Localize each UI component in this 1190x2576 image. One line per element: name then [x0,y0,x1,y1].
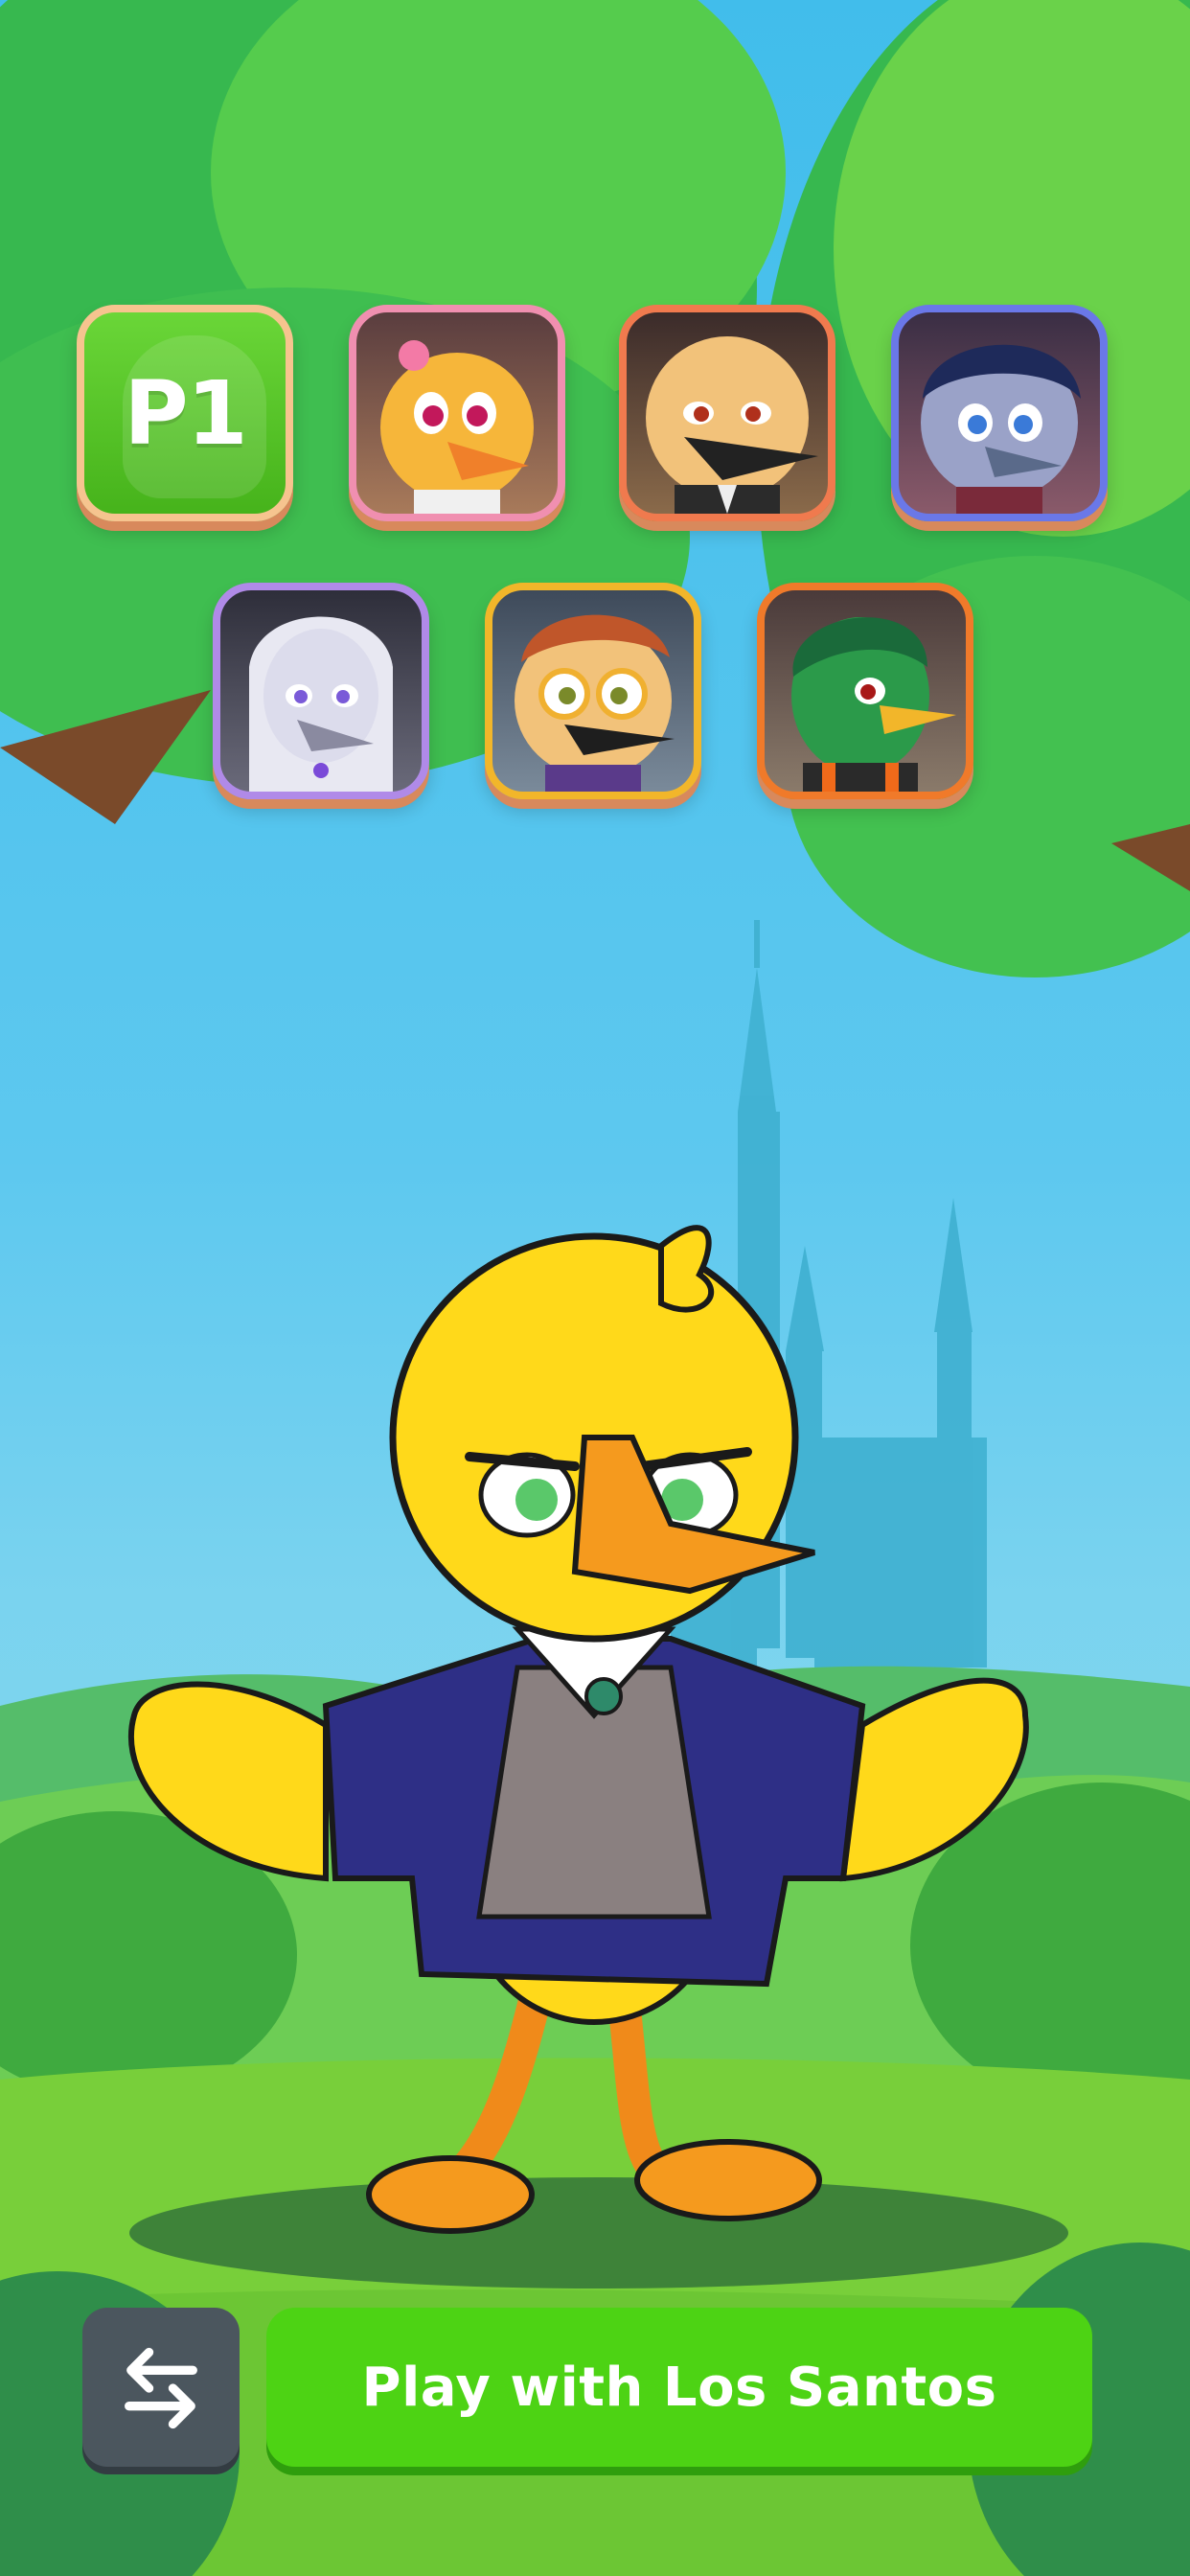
play-button[interactable]: Play with Los Santos [266,2308,1092,2467]
play-button-label: Play with Los Santos [361,2356,997,2419]
swap-character-button[interactable] [82,2308,240,2467]
game-screen: P1 Play with Los Santos [0,0,1190,2576]
featured-duck-character [127,1225,1029,2234]
swap-arrows-icon [125,2347,197,2429]
bottom-action-bar: Play with Los Santos [0,2300,1190,2492]
